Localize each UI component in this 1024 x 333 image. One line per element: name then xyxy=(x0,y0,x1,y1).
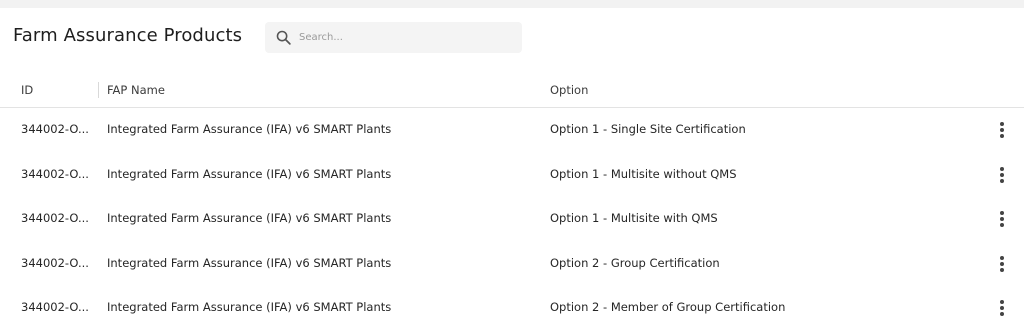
more-vertical-icon[interactable] xyxy=(994,120,1010,140)
column-header-option[interactable]: Option xyxy=(550,83,588,97)
table-row[interactable]: 344002-O... Integrated Farm Assurance (I… xyxy=(0,242,1024,287)
table-header: ID FAP Name Option xyxy=(0,68,1024,108)
cell-id: 344002-O... xyxy=(21,300,89,314)
more-vertical-icon[interactable] xyxy=(994,209,1010,229)
cell-id: 344002-O... xyxy=(21,167,89,181)
table-row[interactable]: 344002-O... Integrated Farm Assurance (I… xyxy=(0,153,1024,198)
panel-header: Farm Assurance Products xyxy=(0,8,1024,68)
search-box[interactable] xyxy=(265,22,522,53)
cell-fap-name: Integrated Farm Assurance (IFA) v6 SMART… xyxy=(107,300,392,314)
table-row[interactable]: 344002-O... Integrated Farm Assurance (I… xyxy=(0,286,1024,331)
search-icon xyxy=(276,30,291,45)
cell-fap-name: Integrated Farm Assurance (IFA) v6 SMART… xyxy=(107,122,392,136)
column-header-id[interactable]: ID xyxy=(21,83,33,97)
cell-id: 344002-O... xyxy=(21,122,89,136)
table-row[interactable]: 344002-O... Integrated Farm Assurance (I… xyxy=(0,108,1024,153)
column-header-fap-name[interactable]: FAP Name xyxy=(107,83,165,97)
search-input[interactable] xyxy=(299,22,514,53)
more-vertical-icon[interactable] xyxy=(994,298,1010,318)
page-title: Farm Assurance Products xyxy=(13,25,243,46)
column-resize-handle[interactable] xyxy=(98,82,99,98)
products-panel: Farm Assurance Products ID FAP Name Opti… xyxy=(0,8,1024,333)
cell-fap-name: Integrated Farm Assurance (IFA) v6 SMART… xyxy=(107,167,392,181)
table-row[interactable]: 344002-O... Integrated Farm Assurance (I… xyxy=(0,197,1024,242)
cell-id: 344002-O... xyxy=(21,211,89,225)
cell-option: Option 1 - Multisite with QMS xyxy=(550,211,718,225)
cell-option: Option 2 - Group Certification xyxy=(550,256,720,270)
cell-fap-name: Integrated Farm Assurance (IFA) v6 SMART… xyxy=(107,256,392,270)
more-vertical-icon[interactable] xyxy=(994,165,1010,185)
cell-option: Option 1 - Multisite without QMS xyxy=(550,167,737,181)
cell-option: Option 2 - Member of Group Certification xyxy=(550,300,786,314)
more-vertical-icon[interactable] xyxy=(994,254,1010,274)
cell-option: Option 1 - Single Site Certification xyxy=(550,122,746,136)
cell-id: 344002-O... xyxy=(21,256,89,270)
cell-fap-name: Integrated Farm Assurance (IFA) v6 SMART… xyxy=(107,211,392,225)
